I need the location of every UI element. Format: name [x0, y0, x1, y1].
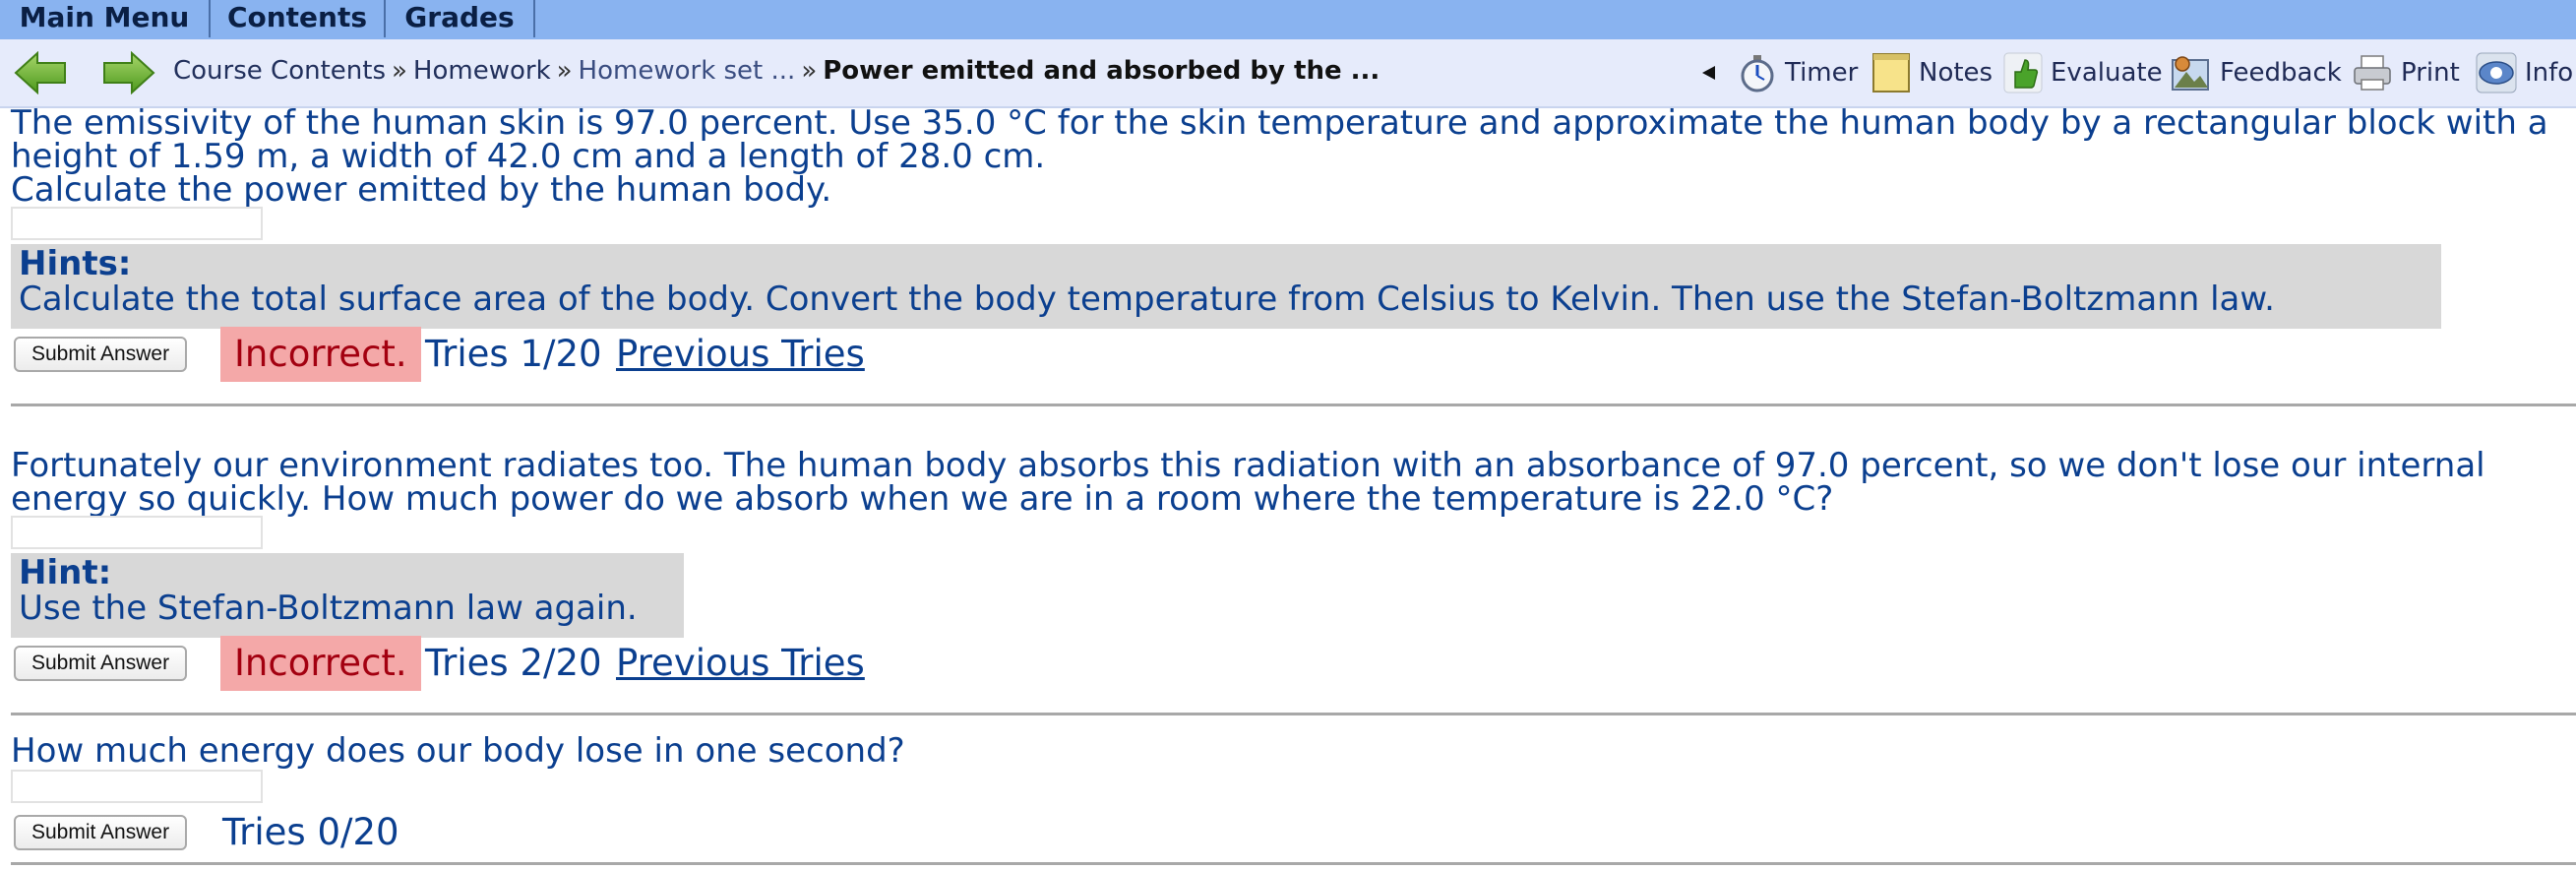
breadcrumb-current: Power emitted and absorbed by the ... [823, 56, 1380, 86]
printer-icon [2354, 55, 2391, 91]
tries-count-part-3: Tries 0/20 [222, 811, 399, 853]
collapse-tools-button[interactable] [1698, 51, 1726, 94]
forward-arrow-icon[interactable] [102, 51, 155, 94]
back-arrow-icon[interactable] [14, 51, 67, 94]
notes-label: Notes [1919, 58, 1993, 88]
question-text-part-2: Fortunately our environment radiates too… [11, 446, 2485, 519]
answer-input-part-2[interactable] [11, 516, 263, 549]
part-divider [11, 713, 2576, 715]
tries-count-part-1: Tries 1/20 [425, 333, 602, 375]
submit-answer-button-part-3[interactable]: Submit Answer [14, 815, 188, 850]
hint-box-part-2: Hint: Use the Stefan-Boltzmann law again… [11, 553, 684, 638]
part-divider [11, 404, 2576, 406]
hint-text: Calculate the total surface area of the … [19, 280, 2275, 319]
thumbs-up-icon [2003, 52, 2043, 93]
navigation-bar: Course Contents» Homework» Homework set ..… [0, 39, 2576, 108]
question-text-part-3: How much energy does our body lose in on… [11, 731, 905, 771]
print-tool[interactable]: Print [2352, 51, 2460, 94]
stopwatch-icon [1741, 55, 1774, 93]
timer-label: Timer [1785, 58, 1859, 88]
top-menu-bar: Main Menu Contents Grades [0, 0, 2576, 39]
info-tool[interactable]: Info [2476, 51, 2573, 94]
previous-tries-link-part-1[interactable]: Previous Tries [616, 327, 865, 382]
feedback-icon [2172, 56, 2209, 91]
feedback-label: Feedback [2220, 58, 2342, 88]
print-label: Print [2401, 58, 2460, 88]
notes-tool[interactable]: Notes [1871, 51, 1993, 94]
answer-input-part-3[interactable] [11, 770, 263, 803]
breadcrumb-course-contents[interactable]: Course Contents [173, 56, 386, 86]
evaluate-label: Evaluate [2051, 58, 2163, 88]
question-statement: The emissivity of the human skin is 97.0… [11, 103, 2548, 176]
hint-box-part-1: Hints: Calculate the total surface area … [11, 244, 2441, 329]
hint-text: Use the Stefan-Boltzmann law again. [19, 589, 638, 628]
question-text-part-1: The emissivity of the human skin is 97.0… [11, 106, 2559, 207]
hint-title: Hint: [19, 553, 112, 592]
feedback-tool[interactable]: Feedback [2171, 51, 2342, 94]
tab-main-menu[interactable]: Main Menu [0, 0, 211, 37]
timer-tool[interactable]: Timer [1738, 51, 1858, 94]
answer-input-part-1[interactable] [11, 207, 263, 240]
info-label: Info [2525, 58, 2574, 88]
evaluate-tool[interactable]: Evaluate [2003, 51, 2163, 94]
previous-tries-link-part-2[interactable]: Previous Tries [616, 636, 865, 691]
status-badge-part-1: Incorrect. [220, 327, 421, 382]
status-badge-part-2: Incorrect. [220, 636, 421, 691]
tries-count-part-2: Tries 2/20 [425, 642, 602, 684]
breadcrumb-separator: » [392, 56, 407, 86]
question-prompt: Calculate the power emitted by the human… [11, 170, 832, 210]
breadcrumb-separator: » [801, 56, 818, 86]
notepad-icon [1872, 53, 1910, 93]
info-icon [2476, 52, 2517, 93]
triangle-left-icon [1702, 66, 1715, 80]
breadcrumb-homework[interactable]: Homework [413, 56, 551, 86]
breadcrumb-separator: » [556, 56, 573, 86]
breadcrumb-homework-set[interactable]: Homework set ... [579, 56, 796, 86]
submit-answer-button-part-2[interactable]: Submit Answer [14, 646, 188, 681]
breadcrumb: Course Contents» Homework» Homework set ..… [173, 56, 1380, 86]
part-divider [11, 862, 2576, 865]
submit-answer-button-part-1[interactable]: Submit Answer [14, 337, 188, 372]
hint-title: Hints: [19, 244, 132, 283]
tab-grades[interactable]: Grades [386, 0, 535, 37]
tab-contents[interactable]: Contents [211, 0, 386, 37]
